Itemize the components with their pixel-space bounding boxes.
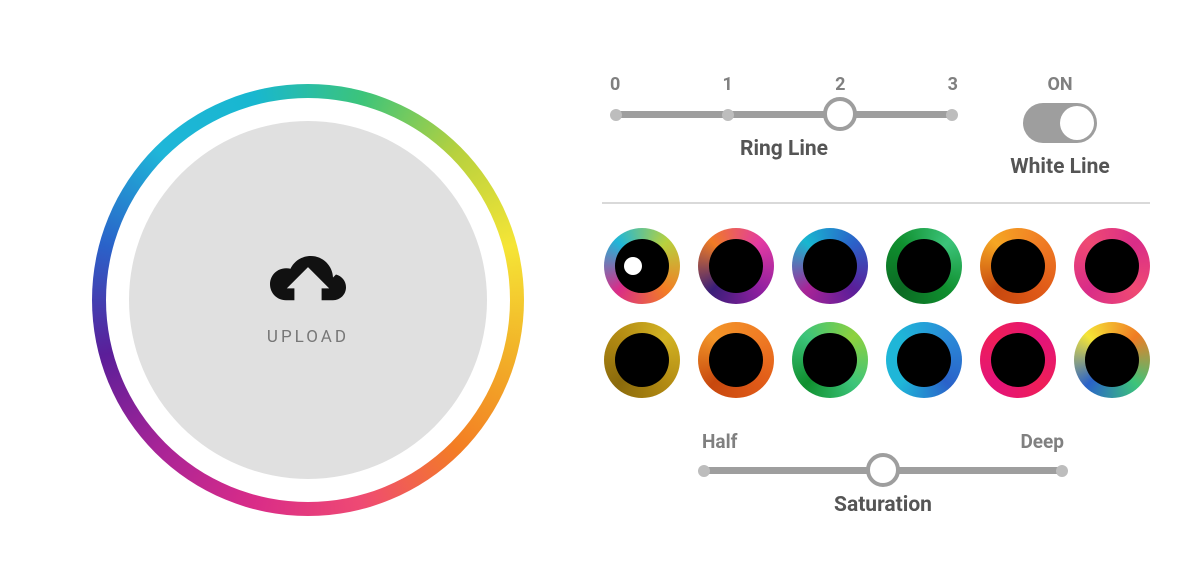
ring-line-tick-0: 0 bbox=[610, 74, 620, 95]
ring-line-knob[interactable] bbox=[823, 97, 857, 131]
white-line-toggle-knob bbox=[1060, 106, 1094, 140]
swatch-sw-green-lime[interactable] bbox=[792, 322, 868, 398]
swatch-selected-dot-icon bbox=[624, 257, 642, 275]
swatch-core bbox=[897, 239, 951, 293]
ring-line-tick-3: 3 bbox=[948, 74, 958, 95]
ring-line-stop-0 bbox=[610, 109, 622, 121]
upload-label: UPLOAD bbox=[267, 327, 349, 347]
swatch-core bbox=[991, 239, 1045, 293]
swatch-core bbox=[803, 239, 857, 293]
saturation-slider-group: Half Deep Saturation bbox=[698, 430, 1068, 517]
swatch-sw-rainbow[interactable] bbox=[604, 228, 680, 304]
white-line-label: White Line bbox=[984, 155, 1136, 179]
upload-ring-whitegap: UPLOAD bbox=[106, 98, 510, 502]
saturation-label: Saturation bbox=[698, 493, 1068, 517]
swatch-sw-blue[interactable] bbox=[886, 322, 962, 398]
swatch-sw-orange-red[interactable] bbox=[698, 322, 774, 398]
swatch-core bbox=[709, 239, 763, 293]
white-line-toggle-group: ON White Line bbox=[984, 74, 1136, 179]
cloud-upload-icon bbox=[267, 253, 349, 315]
ring-line-tick-2: 2 bbox=[835, 74, 845, 95]
swatch-sw-orange-purple[interactable] bbox=[698, 228, 774, 304]
saturation-knob[interactable] bbox=[866, 453, 900, 487]
swatch-sw-orange[interactable] bbox=[980, 228, 1056, 304]
saturation-left-label: Half bbox=[702, 430, 737, 453]
upload-ring-gradient: UPLOAD bbox=[92, 84, 524, 516]
white-line-toggle[interactable] bbox=[1023, 103, 1097, 143]
ring-line-tick-1: 1 bbox=[723, 74, 733, 95]
swatch-sw-green[interactable] bbox=[886, 228, 962, 304]
ring-line-slider-group: 0 1 2 3 Ring Line bbox=[610, 74, 958, 161]
swatch-core bbox=[615, 239, 669, 293]
ring-line-stop-1 bbox=[722, 109, 734, 121]
swatch-core bbox=[1085, 239, 1139, 293]
swatch-sw-olive-gold[interactable] bbox=[604, 322, 680, 398]
swatch-core bbox=[615, 333, 669, 387]
swatch-core bbox=[897, 333, 951, 387]
swatch-core bbox=[1085, 333, 1139, 387]
saturation-slider[interactable] bbox=[698, 459, 1068, 479]
saturation-end-left bbox=[698, 465, 710, 477]
swatch-core bbox=[803, 333, 857, 387]
ring-line-slider[interactable] bbox=[610, 103, 958, 123]
section-divider bbox=[602, 202, 1150, 204]
swatch-sw-teal-purple[interactable] bbox=[792, 228, 868, 304]
saturation-right-label: Deep bbox=[1020, 430, 1064, 453]
ring-line-label: Ring Line bbox=[610, 137, 958, 161]
swatch-sw-magenta[interactable] bbox=[1074, 228, 1150, 304]
color-swatch-grid bbox=[604, 228, 1150, 398]
swatch-sw-tricolor[interactable] bbox=[1074, 322, 1150, 398]
upload-ring: UPLOAD bbox=[92, 84, 524, 516]
saturation-end-right bbox=[1056, 465, 1068, 477]
swatch-core bbox=[991, 333, 1045, 387]
ring-line-stop-3 bbox=[946, 109, 958, 121]
upload-dropzone[interactable]: UPLOAD bbox=[129, 121, 487, 479]
ring-line-tick-labels: 0 1 2 3 bbox=[610, 74, 958, 101]
white-line-state-label: ON bbox=[984, 74, 1136, 95]
swatch-core bbox=[709, 333, 763, 387]
swatch-sw-pink-red[interactable] bbox=[980, 322, 1056, 398]
